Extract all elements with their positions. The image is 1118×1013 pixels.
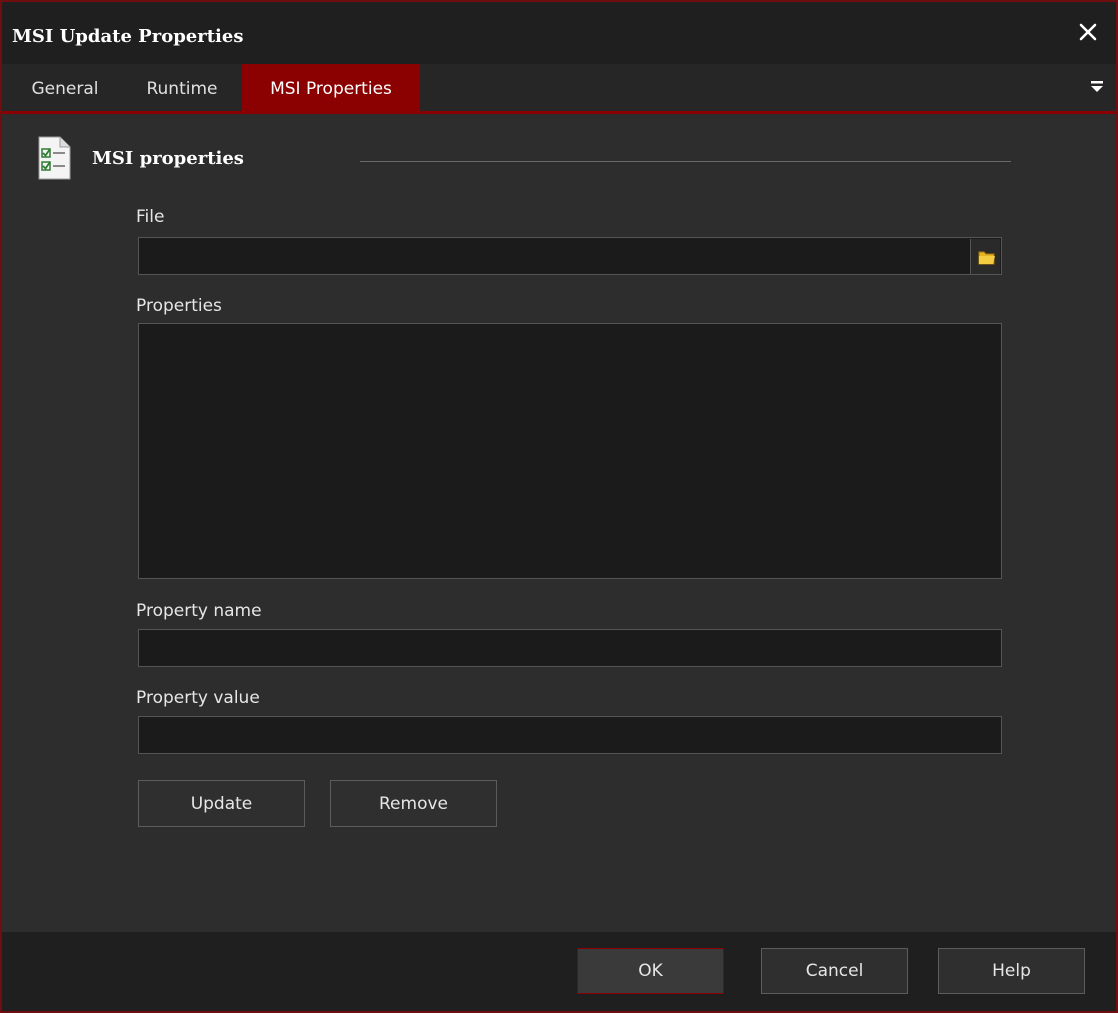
tab-msi-properties[interactable]: MSI Properties — [242, 64, 420, 111]
close-icon[interactable] — [1076, 20, 1100, 44]
tab-bar: General Runtime MSI Properties — [2, 64, 1116, 114]
cancel-button[interactable]: Cancel — [761, 948, 908, 994]
property-value-label: Property value — [136, 688, 260, 708]
dialog-footer: OK Cancel Help — [2, 932, 1116, 1011]
tab-general[interactable]: General — [14, 64, 116, 111]
checklist-document-icon — [36, 135, 72, 181]
dialog-window: MSI Update Properties General Runtime MS… — [0, 0, 1118, 1013]
tab-runtime[interactable]: Runtime — [126, 64, 238, 111]
update-button[interactable]: Update — [138, 780, 305, 827]
file-input[interactable] — [138, 237, 1002, 275]
properties-label: Properties — [136, 296, 222, 316]
title-bar: MSI Update Properties — [2, 2, 1116, 64]
browse-button[interactable] — [970, 239, 1000, 274]
section-title: MSI properties — [92, 148, 244, 169]
property-name-label: Property name — [136, 601, 262, 621]
section-divider — [360, 161, 1011, 162]
property-name-field[interactable] — [138, 629, 1002, 667]
window-title: MSI Update Properties — [12, 26, 244, 47]
help-button[interactable]: Help — [938, 948, 1085, 994]
remove-button[interactable]: Remove — [330, 780, 497, 827]
ok-button[interactable]: OK — [577, 948, 724, 994]
property-value-field[interactable] — [138, 716, 1002, 754]
file-label: File — [136, 207, 165, 227]
dropdown-menu-icon[interactable] — [1090, 79, 1104, 95]
properties-list[interactable] — [138, 323, 1002, 579]
